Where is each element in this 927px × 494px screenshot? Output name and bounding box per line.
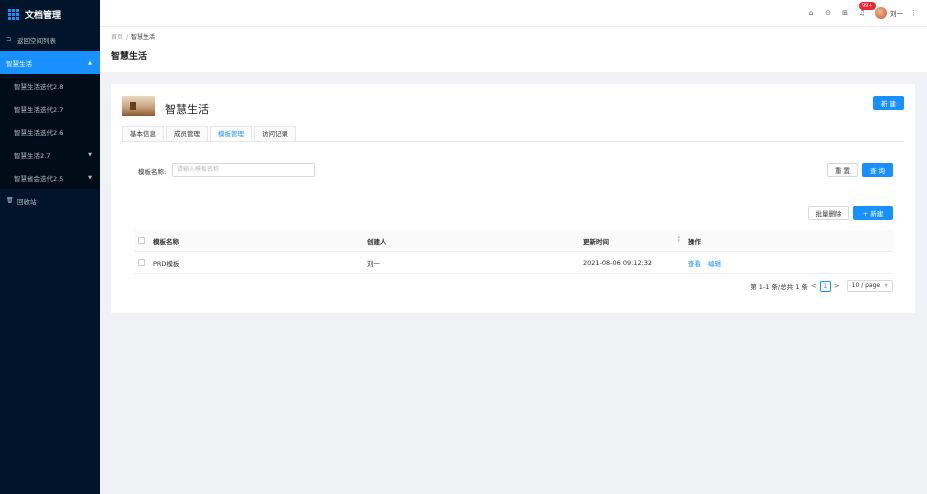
cell-name: PRD模板 [153,259,180,268]
app-title: 文档管理 [25,10,62,21]
column-header-updated-label: 更新时间 [583,237,609,246]
sidebar-group-label: 智慧生活 [6,59,32,68]
cell-creator: 刘一 [367,259,380,268]
row-checkbox[interactable] [138,259,145,266]
table-header: 模板名称 创建人 更新时间 ▴ ▾ 操作 [134,230,893,252]
back-icon: ⊐ [6,36,12,43]
more-icon[interactable]: ⋮ [910,9,917,17]
edit-link[interactable]: 编辑 [708,258,721,268]
sidebar-item-label: 智慧生活迭代2.7 [14,105,64,114]
sidebar-item[interactable]: 智慧省会迭代2.5 ▼ [0,166,100,189]
table-row: PRD模板 刘一 2021-08-06 09:12:32 查看 编辑 [134,252,893,274]
page-title: 智慧生活 [111,52,148,62]
apps-grid-icon [8,8,19,20]
reset-button[interactable]: 重 置 [827,163,858,177]
sidebar-group-active[interactable]: 智慧生活 ▲ [0,51,100,74]
sidebar-back-to-spaces[interactable]: ⊐ 返回空间列表 [0,28,100,51]
chevron-down-icon: ▼ [88,151,92,158]
space-cover-image [122,96,155,116]
bell-icon[interactable]: ♫ 99+ [858,2,876,17]
breadcrumb: 首页 / 智慧生活 [111,32,916,41]
cell-ops: 查看 编辑 [680,258,728,268]
cell-updated: 2021-08-06 09:12:32 [583,258,653,267]
sidebar-submenu: 智慧生活迭代2.8 智慧生活迭代2.7 智慧生活迭代2.6 智慧生活2.7 ▼ … [0,74,100,189]
sidebar-item-label: 智慧生活迭代2.6 [14,128,64,137]
page-header: 首页 / 智慧生活 智慧生活 [100,26,927,72]
breadcrumb-home[interactable]: 首页 [111,34,123,41]
app-logo[interactable]: 文档管理 [0,0,100,28]
sort-icon[interactable]: ▴ ▾ [677,234,680,243]
query-button[interactable]: 查 询 [862,163,893,177]
pagination: 第 1-1 条/总共 1 条 < 1 > 10 / page ▼ [750,280,893,292]
sidebar-recycle-label: 回收站 [17,197,37,206]
breadcrumb-current: 智慧生活 [131,34,156,41]
sidebar-recycle-bin[interactable]: 🗑 回收站 [0,189,100,212]
select-all-checkbox[interactable] [138,237,145,244]
trash-icon: 🗑 [6,197,14,204]
prev-page-button[interactable]: < [811,282,817,290]
next-page-button[interactable]: > [834,282,840,290]
tab-members[interactable]: 成员管理 [166,126,208,141]
breadcrumb-separator: / [126,34,129,41]
sidebar-item-label: 智慧省会迭代2.5 [14,174,64,183]
content-card: 智慧生活 新 建 基本信息 成员管理 模板管理 访问记录 模板名称: 请输入模板… [111,84,915,313]
home-icon[interactable]: ⌂ [807,9,815,17]
chevron-down-icon: ▼ [884,283,888,289]
tab-basic-info[interactable]: 基本信息 [122,126,164,141]
template-table: 模板名称 创建人 更新时间 ▴ ▾ 操作 PRD模板 刘一 2021-08-06 0… [134,230,893,274]
tab-access-log[interactable]: 访问记录 [254,126,296,141]
top-bar: ⌂ ⊙ ⊞ ♫ 99+ 刘一 ⋮ [100,0,927,26]
sidebar-item-label: 智慧生活2.7 [14,151,51,160]
pagination-summary: 第 1-1 条/总共 1 条 [750,283,808,291]
sidebar-item[interactable]: 智慧生活迭代2.6 [0,120,100,143]
column-header-creator: 创建人 [367,237,387,246]
chevron-down-icon: ▼ [88,174,92,181]
sidebar-item-label: 智慧生活迭代2.8 [14,82,64,91]
chevron-up-icon: ▲ [88,59,92,66]
page-number-current[interactable]: 1 [819,280,831,292]
sidebar-item[interactable]: 智慧生活2.7 ▼ [0,143,100,166]
template-name-input[interactable]: 请输入模板名称 [172,163,315,177]
grid-icon[interactable]: ⊞ [841,9,849,17]
space-title: 智慧生活 [165,103,209,116]
page-size-select[interactable]: 10 / page ▼ [846,280,893,292]
column-header-ops: 操作 [688,237,701,246]
notification-badge: 99+ [859,2,876,10]
view-link[interactable]: 查看 [688,258,701,268]
column-header-updated[interactable]: 更新时间 ▴ ▾ [583,234,680,246]
tab-templates[interactable]: 模板管理 [210,126,252,141]
user-name[interactable]: 刘一 [890,8,903,18]
page-size-value: 10 / page [851,282,881,289]
sidebar-item[interactable]: 智慧生活迭代2.8 [0,74,100,97]
avatar[interactable] [875,7,887,19]
sidebar: 文档管理 ⊐ 返回空间列表 智慧生活 ▲ 智慧生活迭代2.8 智慧生活迭代2.7… [0,0,100,494]
template-name-label: 模板名称: [138,168,167,176]
help-icon[interactable]: ⊙ [824,9,832,17]
sidebar-item[interactable]: 智慧生活迭代2.7 [0,97,100,120]
batch-delete-button[interactable]: 批量删除 [808,206,849,220]
new-button[interactable]: 新 建 [873,96,904,110]
column-header-name: 模板名称 [153,237,179,246]
tab-bar: 基本信息 成员管理 模板管理 访问记录 [122,126,904,142]
add-template-button[interactable]: + 新建 [853,206,893,220]
sidebar-back-label: 返回空间列表 [17,36,56,45]
